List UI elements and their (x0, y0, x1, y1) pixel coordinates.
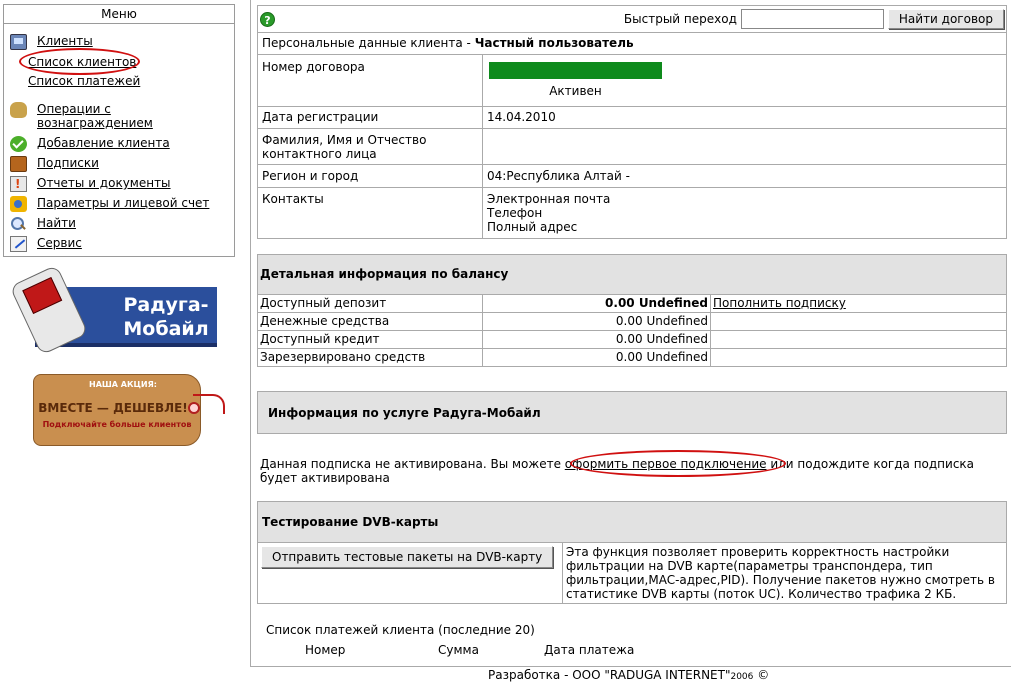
balance-label: Зарезервировано средств (257, 348, 483, 367)
sidebar-item-label-line2: вознаграждением (37, 116, 153, 130)
sidebar-item-label[interactable]: Сервис (37, 236, 82, 250)
sidebar-item-label[interactable]: Добавление клиента (37, 136, 170, 150)
row-label: Контакты (257, 187, 483, 239)
contract-search-input[interactable] (740, 9, 884, 29)
contract-status: Активен (549, 84, 602, 98)
row-label: Фамилия, Имя и Отчество контактного лица (257, 128, 483, 165)
row-label: Дата регистрации (257, 106, 483, 129)
highlight-oval (570, 450, 786, 477)
sidebar-item-params[interactable]: Параметры и лицевой счет (10, 196, 209, 212)
sidebar-item-label[interactable]: Клиенты (37, 34, 93, 48)
balance-action-cell (710, 348, 1007, 367)
sidebar-item-label[interactable]: Операции с вознаграждением (37, 102, 153, 130)
clients-icon (10, 34, 27, 50)
column-header-date: Дата платежа (544, 643, 635, 657)
contacts-cell: Электронная почта Телефон Полный адрес (482, 187, 1007, 239)
sidebar-item-label[interactable]: Параметры и лицевой счет (37, 196, 209, 210)
sidebar-item-reports[interactable]: Отчеты и документы (10, 176, 171, 192)
row-label: Номер договора (257, 54, 483, 107)
row-label: Регион и город (257, 164, 483, 188)
menu-title: Меню (4, 5, 234, 24)
balance-action-cell (710, 312, 1007, 331)
quick-jump-bar: ? Быстрый переход Найти договор (257, 5, 1007, 33)
service-icon (10, 236, 27, 252)
balance-table: Детальная информация по балансу Доступны… (257, 254, 1007, 367)
sidebar-item-add-client[interactable]: Добавление клиента (10, 136, 170, 152)
sidebar-item-label[interactable]: Отчеты и документы (37, 176, 171, 190)
promo-banner[interactable]: НАША АКЦИЯ: ВМЕСТЕ — ДЕШЕВЛЕ! Подключайт… (33, 374, 226, 446)
top-up-subscription-link[interactable]: Пополнить подписку (713, 296, 846, 310)
sidebar-item-label[interactable]: Подписки (37, 156, 99, 170)
footer-divider (250, 666, 1011, 667)
sidebar-menu: Меню Клиенты Список клиентов Список плат… (3, 4, 235, 257)
highlight-oval (19, 48, 140, 75)
balance-value: 0.00 Undefined (482, 294, 711, 313)
column-header-sum: Сумма (438, 643, 479, 657)
balance-action-cell: Пополнить подписку (710, 294, 1007, 313)
registration-date: 14.04.2010 (482, 106, 1007, 129)
sidebar-item-label-line1: Операции с (37, 102, 111, 116)
promo-label: НАША АКЦИЯ: (89, 380, 157, 389)
find-contract-button[interactable]: Найти договор (887, 9, 1004, 29)
dvb-description: Эта функция позволяет проверить корректн… (562, 542, 1007, 604)
region-city: 04:Республика Алтай - (482, 164, 1007, 188)
balance-label: Доступный кредит (257, 330, 483, 349)
sidebar-item-label[interactable]: Найти (37, 216, 76, 230)
copyright-icon: © (757, 668, 770, 682)
footer: Разработка - ООО "RADUGA INTERNET"2006 © (488, 668, 769, 682)
personal-data-table: ? Быстрый переход Найти договор Персонал… (257, 5, 1007, 239)
dvb-test-table: Тестирование DVB-карты Отправить тестовы… (257, 501, 1007, 604)
subscriptions-icon (10, 156, 27, 172)
personal-data-title: Персональные данные клиента - Частный по… (257, 32, 1007, 55)
money-bag-icon (10, 102, 27, 118)
balance-label: Денежные средства (257, 312, 483, 331)
status-bar (489, 62, 662, 79)
reports-icon (10, 176, 27, 192)
service-title: Информация по услуге Радуга-Мобайл (257, 391, 1007, 434)
sidebar-item-operations[interactable]: Операции с вознаграждением (10, 102, 153, 130)
params-icon (10, 196, 27, 212)
sidebar-item-find[interactable]: Найти (10, 216, 76, 232)
contact-phone: Телефон (487, 206, 543, 220)
magnifier-icon (10, 216, 27, 232)
help-icon[interactable]: ? (260, 11, 275, 27)
client-type: Частный пользователь (474, 36, 634, 50)
sidebar-item-service[interactable]: Сервис (10, 236, 82, 252)
contact-address: Полный адрес (487, 220, 578, 234)
dvb-button-cell: Отправить тестовые пакеты на DVB-карту (257, 542, 563, 604)
title-prefix: Персональные данные клиента - (262, 36, 475, 50)
sidebar-subitem-payment-list[interactable]: Список платежей (28, 74, 140, 88)
service-info-table: Информация по услуге Радуга-Мобайл (257, 391, 1007, 434)
dvb-title: Тестирование DVB-карты (257, 501, 1007, 543)
promo-title: ВМЕСТЕ — ДЕШЕВЛЕ! (38, 401, 188, 415)
sidebar-item-subscriptions[interactable]: Подписки (10, 156, 99, 172)
banner-title: Радуга-Мобайл (123, 294, 209, 340)
promo-subtitle: Подключайте больше клиентов (42, 420, 192, 429)
balance-label: Доступный депозит (257, 294, 483, 313)
footer-text: Разработка - ООО "RADUGA INTERNET" (488, 668, 731, 682)
contact-person (482, 128, 1007, 165)
payments-title: Список платежей клиента (последние 20) (266, 623, 535, 637)
notice-text: Данная подписка не активирована. Вы може… (260, 457, 565, 471)
balance-value: 0.00 Undefined (482, 330, 711, 349)
balance-title: Детальная информация по балансу (257, 254, 1007, 295)
contract-status-cell: Активен (482, 54, 1007, 107)
content-divider (250, 0, 251, 666)
green-check-icon (10, 136, 27, 152)
balance-value: 0.00 Undefined (482, 312, 711, 331)
send-test-packets-button[interactable]: Отправить тестовые пакеты на DVB-карту (261, 546, 554, 568)
contact-email: Электронная почта (487, 192, 611, 206)
column-header-number: Номер (305, 643, 346, 657)
raduga-mobile-banner[interactable]: Радуга-Мобайл (9, 264, 219, 356)
quick-jump-label: Быстрый переход (623, 12, 737, 26)
balance-value: 0.00 Undefined (482, 348, 711, 367)
balance-action-cell (710, 330, 1007, 349)
footer-year: 2006 (730, 672, 754, 682)
